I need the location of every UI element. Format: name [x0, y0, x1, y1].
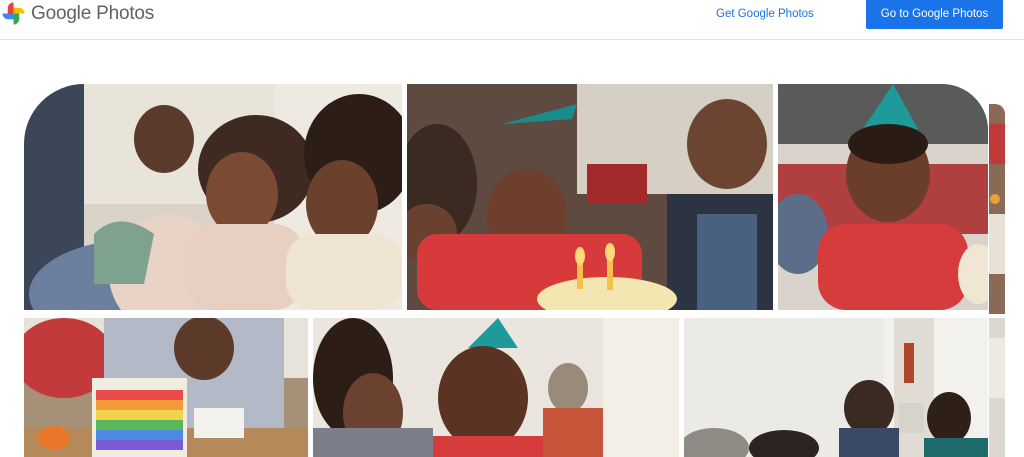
- photo-rainbow-cake: [24, 318, 308, 457]
- photo-girl-and-boy-party-hat: [313, 318, 679, 457]
- get-google-photos-link[interactable]: Get Google Photos: [716, 7, 814, 21]
- photo-boy-blowing-candles: [407, 84, 773, 310]
- google-photos-logo[interactable]: Google Photos: [2, 2, 154, 25]
- photo-family-table: [684, 318, 988, 457]
- photo-gallery: [0, 0, 1024, 457]
- top-header: Google Photos Get Google Photos Go to Go…: [0, 0, 1024, 40]
- photo-girls-laughing: [24, 84, 402, 310]
- pinwheel-icon: [2, 2, 25, 25]
- go-to-google-photos-button[interactable]: Go to Google Photos: [866, 0, 1003, 29]
- brand-text: Google Photos: [31, 3, 155, 24]
- photo-boy-party-hat-smiling: [778, 84, 988, 310]
- photo-edge-right-top: [989, 104, 1005, 314]
- photo-edge-right-bottom: [989, 318, 1005, 457]
